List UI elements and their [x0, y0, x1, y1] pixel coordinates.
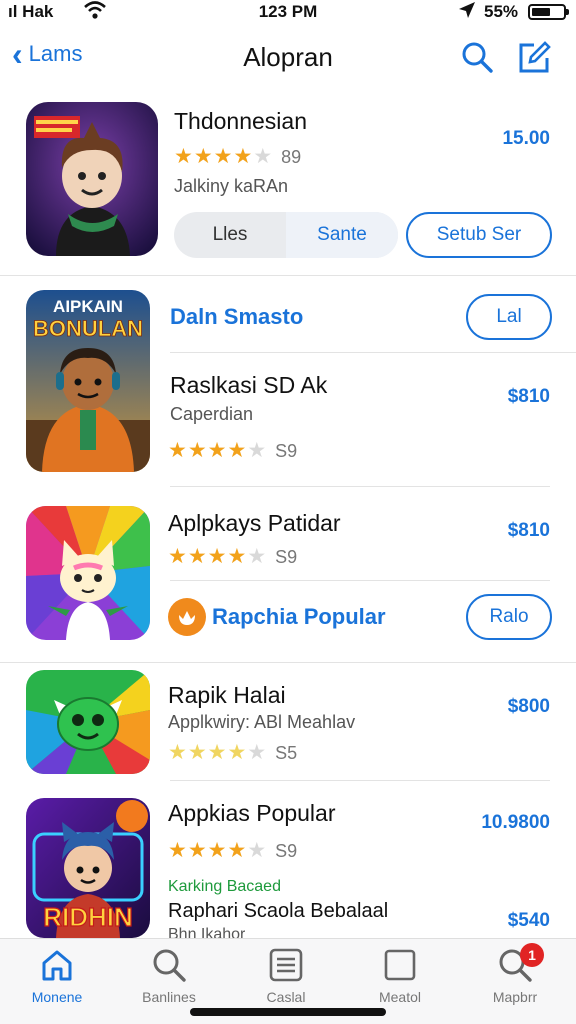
app-rating: ★★★★★ S9: [168, 439, 298, 462]
featured-action-button[interactable]: Setub Ser: [406, 212, 552, 258]
featured-app-icon: [26, 102, 158, 256]
tab-label: Caslal: [266, 989, 306, 1005]
app-rating: ★★★★★ S9: [168, 839, 298, 862]
segment-0[interactable]: Lles: [174, 212, 286, 258]
green-label: Karking Bacaed: [168, 878, 281, 895]
location-icon: [458, 1, 476, 24]
divider: [170, 352, 576, 353]
app-icon-cat[interactable]: [26, 506, 150, 640]
app-price[interactable]: $800: [508, 696, 550, 718]
app-price-secondary[interactable]: $540: [508, 910, 550, 932]
tab-search[interactable]: Banlines: [114, 947, 224, 1005]
app-name[interactable]: Rapik Halai: [168, 682, 286, 709]
tab-label: Mapbrr: [492, 989, 538, 1005]
app-rating: ★★★★★ S5: [168, 741, 298, 764]
status-bar: ıl Hak 123 PM 55%: [0, 0, 576, 24]
tab-square[interactable]: Meatol: [345, 947, 455, 1005]
icon-text-main: BONULAN: [33, 316, 143, 341]
segment-1[interactable]: Sante: [286, 212, 398, 258]
featured-rating: ★★★★★ 89: [174, 145, 302, 168]
popular-badge-icon: [168, 598, 206, 636]
app-price[interactable]: 10.9800: [481, 812, 550, 834]
nav-bar: ‹ Lams Alopran: [0, 30, 576, 86]
app-price[interactable]: $810: [508, 520, 550, 542]
divider: [170, 780, 550, 781]
app-subtitle-secondary: Bhn Ikahor: [168, 926, 246, 938]
battery-percent: 55%: [484, 2, 519, 21]
app-name[interactable]: Raslkasi SD Ak: [170, 372, 327, 399]
tab-label: Banlines: [142, 989, 196, 1005]
section-title-2: Rapchia Popular: [212, 604, 386, 629]
divider: [170, 486, 550, 487]
rating-count: S9: [275, 841, 298, 861]
featured-app-card[interactable]: Thdonnesian ★★★★★ 89 Jalkiny kaRAn 15.00 …: [0, 98, 576, 276]
app-name-secondary[interactable]: Raphari Scaola Bebalaal: [168, 900, 388, 923]
section-1-button[interactable]: Lal: [466, 294, 552, 340]
rating-count: S9: [275, 547, 298, 567]
tab-label: Monene: [31, 989, 83, 1005]
home-indicator: [190, 1008, 386, 1016]
app-subtitle: Applkwiry: ABl Meahlav: [168, 712, 356, 732]
app-price[interactable]: $810: [508, 386, 550, 408]
app-icon-ridhin[interactable]: RIDHIN: [26, 798, 150, 938]
battery-icon: [528, 4, 569, 20]
tab-map[interactable]: 1 Mapbrr: [460, 943, 570, 1005]
segmented-control: Lles Sante: [174, 212, 398, 258]
search-icon[interactable]: [460, 40, 494, 74]
square-icon: [384, 949, 416, 981]
app-rating: ★★★★★ S9: [168, 545, 298, 568]
rating-count: S9: [275, 441, 298, 461]
list-icon: [269, 948, 303, 982]
section-title-1: Daln Smasto: [170, 304, 304, 329]
section-2-button[interactable]: Ralo: [466, 594, 552, 640]
icon-text-top: AIPKAIN: [53, 297, 123, 316]
search-icon: [153, 949, 186, 982]
notification-badge: 1: [520, 943, 544, 967]
featured-price[interactable]: 15.00: [502, 128, 550, 150]
app-name[interactable]: Appkias Popular: [168, 800, 336, 827]
rating-count: 89: [281, 147, 302, 167]
app-icon-bonulan[interactable]: AIPKAIN BONULAN: [26, 290, 150, 472]
tab-list[interactable]: Caslal: [231, 947, 341, 1005]
rating-count: S5: [275, 743, 298, 763]
icon-text-main: RIDHIN: [43, 902, 133, 932]
app-icon-alien[interactable]: [26, 670, 150, 774]
app-name[interactable]: Aplpkays Patidar: [168, 510, 341, 537]
divider: [0, 662, 576, 663]
divider: [170, 580, 550, 581]
home-icon: [42, 950, 72, 981]
compose-icon[interactable]: [516, 40, 552, 76]
featured-subtitle: Jalkiny kaRAn: [174, 176, 289, 196]
tab-label: Meatol: [378, 989, 422, 1005]
featured-app-name: Thdonnesian: [174, 108, 307, 134]
tab-home[interactable]: Monene: [2, 947, 112, 1005]
app-subtitle: Caperdian: [170, 404, 254, 424]
